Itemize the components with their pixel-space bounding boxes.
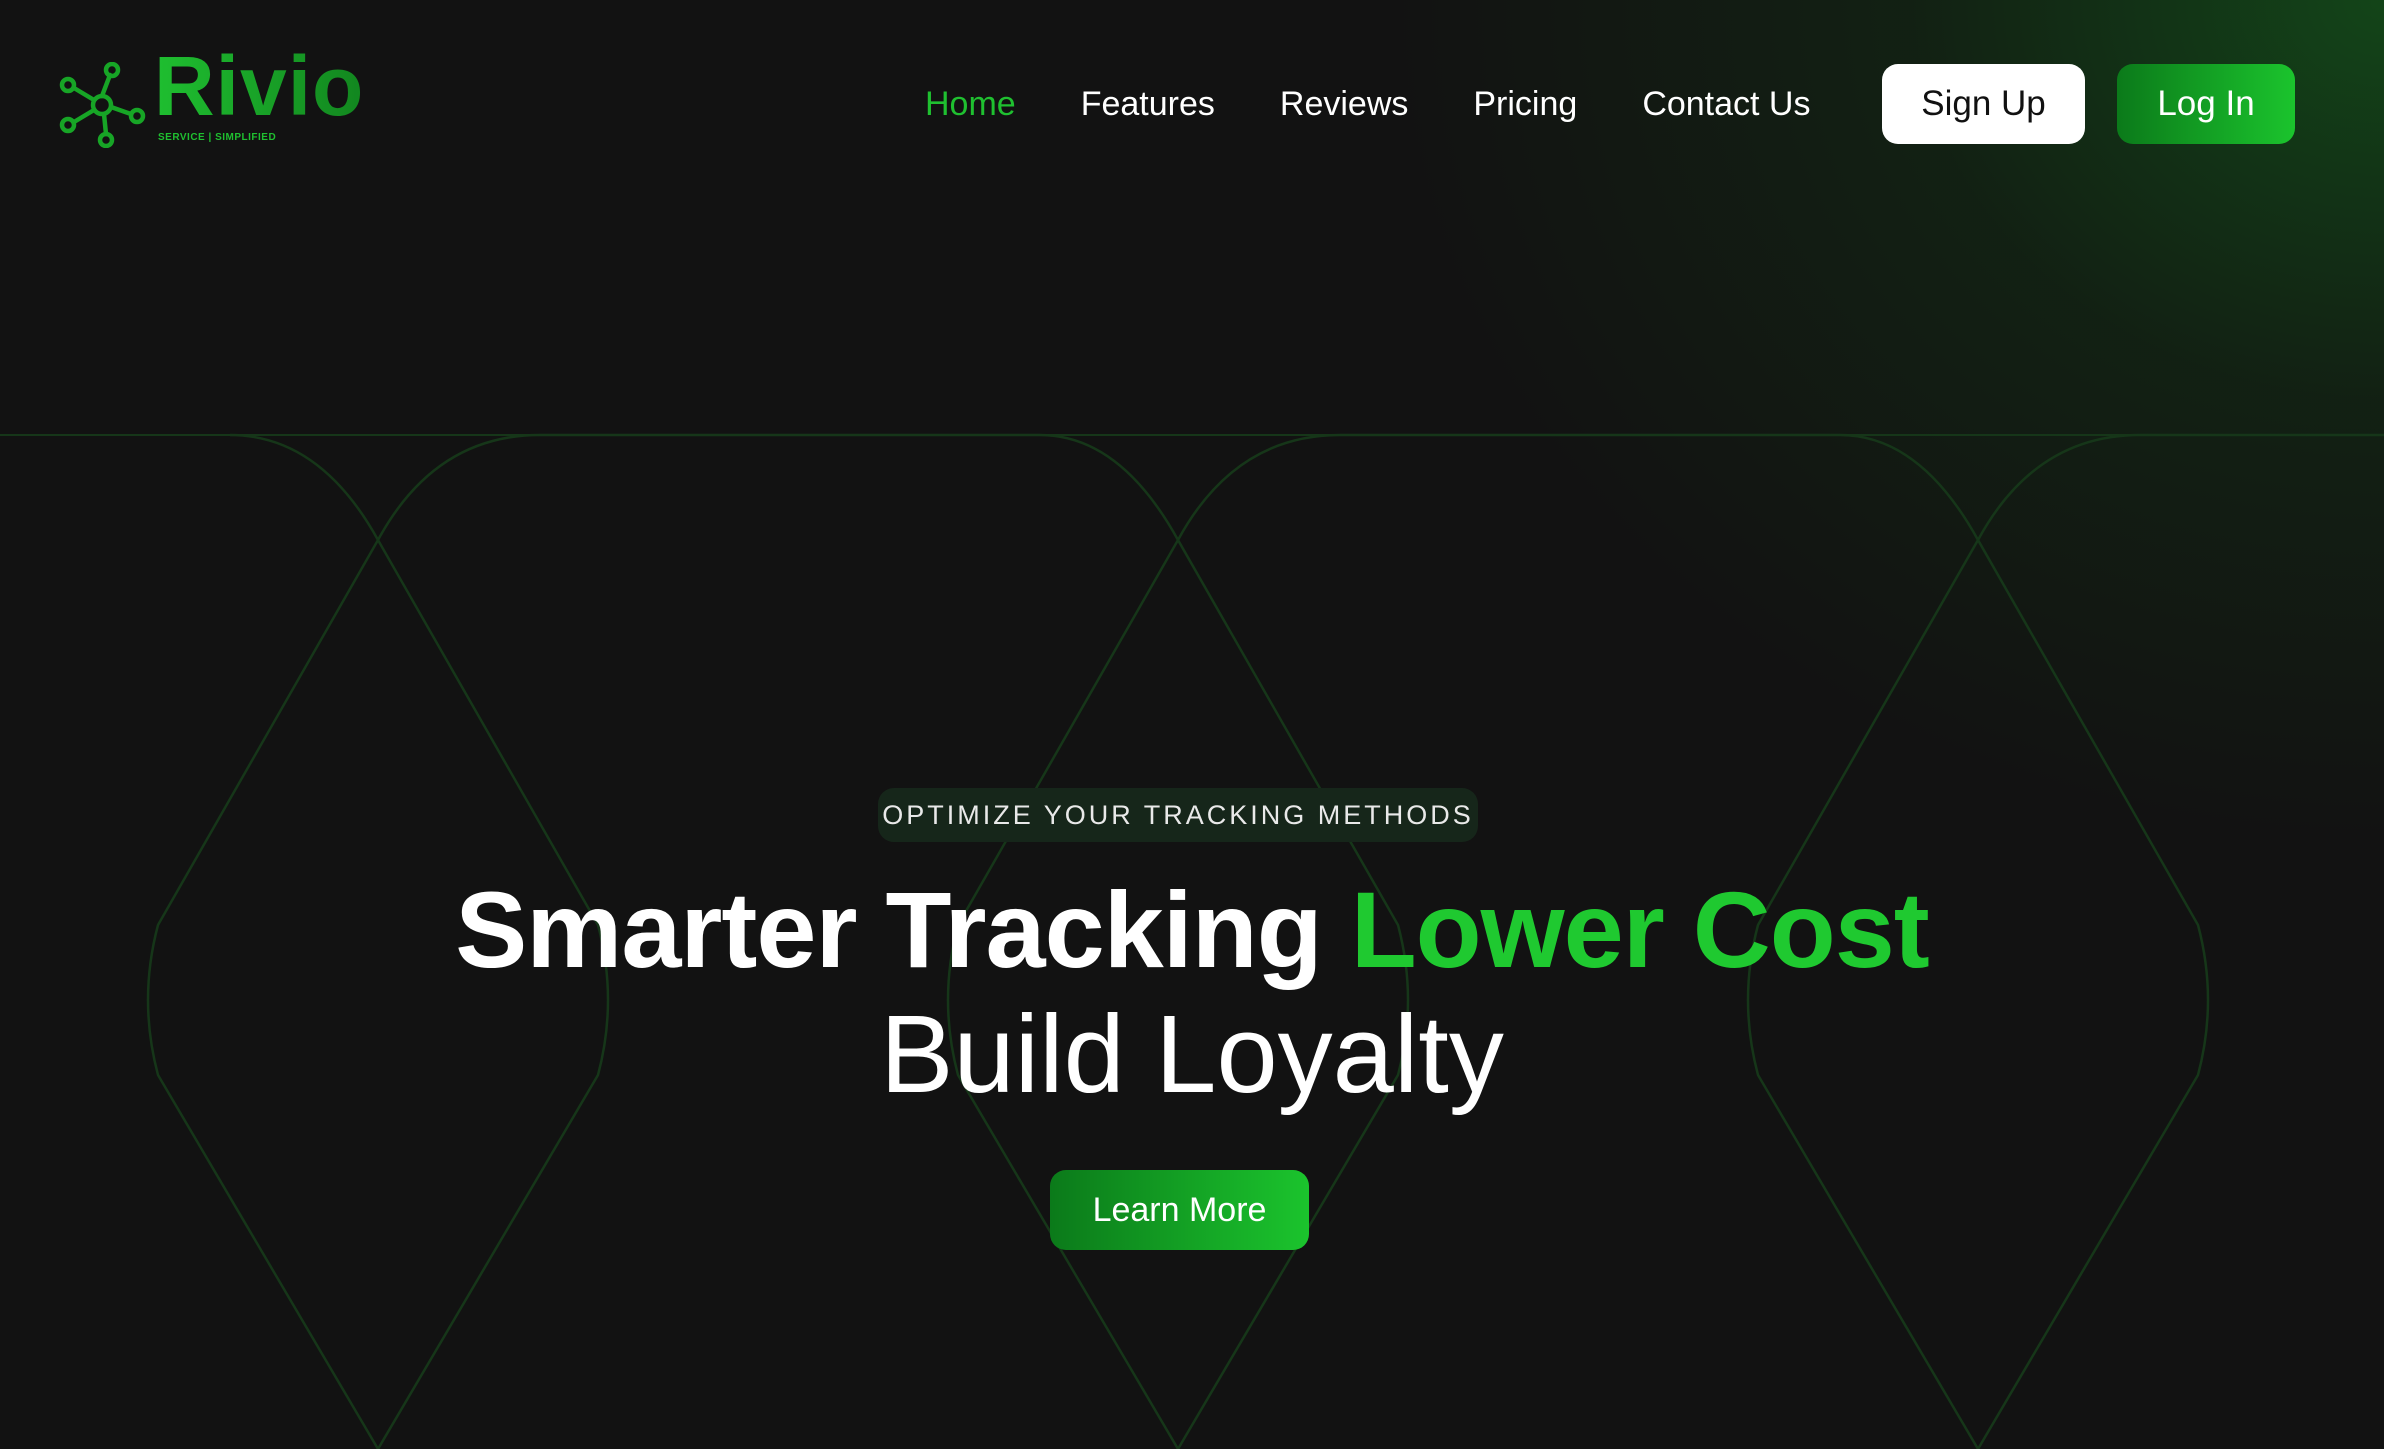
- headline-green-text: Lower Cost: [1350, 869, 1930, 990]
- learn-more-button[interactable]: Learn More: [1050, 1170, 1309, 1250]
- hero-section: OPTIMIZE YOUR TRACKING METHODS Smarter T…: [0, 0, 2384, 1449]
- landing-page: Rivio SERVICE | SIMPLIFIED Home Features…: [0, 0, 2384, 1449]
- hero-eyebrow-badge: OPTIMIZE YOUR TRACKING METHODS: [878, 788, 1478, 842]
- headline-white-text: Smarter Tracking: [455, 869, 1322, 990]
- hero-subheadline: Build Loyalty: [880, 993, 1504, 1116]
- hero-headline: Smarter Tracking Lower Cost: [0, 870, 2384, 990]
